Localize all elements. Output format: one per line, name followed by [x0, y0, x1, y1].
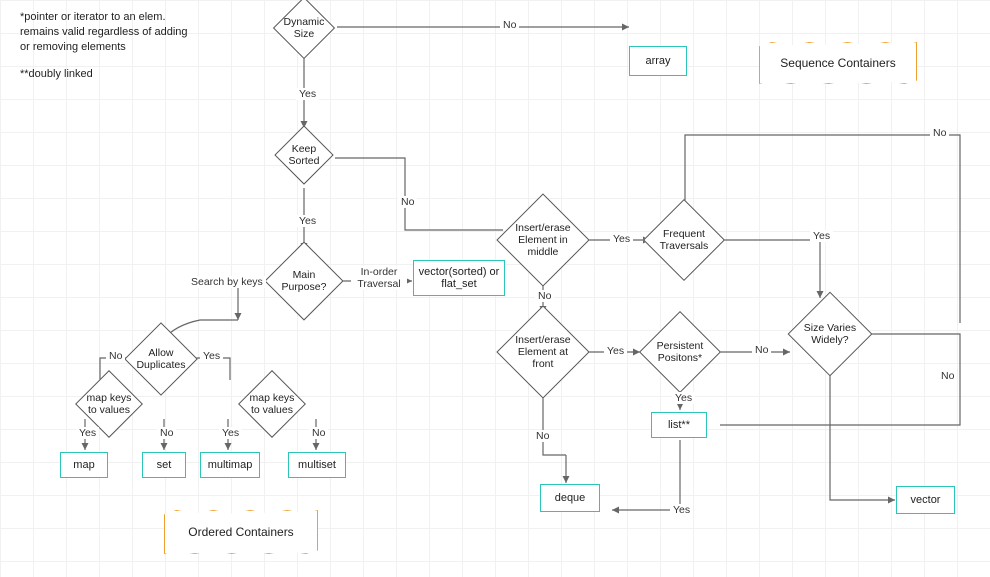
edge-label-yes: Yes [672, 392, 695, 404]
edge-label-no: No [157, 427, 176, 439]
footnote-doubly: **doubly linked [20, 67, 200, 82]
edge-label-inorder: In-order Traversal [351, 266, 407, 290]
decision-size-varies: Size Varies Widely? [788, 292, 873, 377]
edge-label-yes: Yes [610, 233, 633, 245]
terminal-list: list** [651, 412, 707, 438]
decision-frequent-traversals: Frequent Traversals [643, 199, 725, 281]
terminal-label: vector(sorted) or flat_set [414, 266, 504, 290]
terminal-set: set [142, 452, 186, 478]
decision-label: Persistent Positons* [652, 340, 708, 364]
decision-main-purpose: Main Purpose? [264, 241, 343, 320]
terminal-deque: deque [540, 484, 600, 512]
edge-label-no: No [752, 344, 771, 356]
edge-label-no: No [930, 127, 949, 139]
banner-ordered: Ordered Containers [164, 510, 318, 554]
terminal-label: multimap [208, 459, 253, 471]
decision-label: map keys to values [249, 392, 295, 416]
decision-label: map keys to values [86, 392, 132, 416]
decision-label: Allow Duplicates [136, 347, 186, 371]
footnotes: *pointer or iterator to an elem. remains… [20, 10, 200, 93]
edge-label-no: No [106, 350, 125, 362]
terminal-label: array [645, 55, 670, 67]
edge-label-yes: Yes [296, 88, 319, 100]
edge-label-yes: Yes [296, 215, 319, 227]
terminal-label: deque [555, 492, 586, 504]
decision-label: Frequent Traversals [656, 228, 712, 252]
terminal-multiset: multiset [288, 452, 346, 478]
terminal-label: map [73, 459, 94, 471]
decision-insert-middle: Insert/erase Element in middle [496, 193, 589, 286]
banner-label: Sequence Containers [780, 56, 895, 70]
decision-label: Main Purpose? [277, 269, 331, 293]
decision-label: Insert/erase Element at front [511, 334, 575, 370]
edge-label-no: No [309, 427, 328, 439]
edge-label-yes: Yes [200, 350, 223, 362]
decision-label: Keep Sorted [284, 143, 324, 167]
decision-map-kv-right: map keys to values [238, 370, 306, 438]
decision-persistent-positions: Persistent Positons* [639, 311, 721, 393]
decision-label: Insert/erase Element in middle [511, 222, 575, 258]
edge-label-no: No [500, 19, 519, 31]
decision-insert-front: Insert/erase Element at front [496, 305, 589, 398]
edge-label-no: No [533, 430, 552, 442]
footnote-pointer: *pointer or iterator to an elem. remains… [20, 10, 200, 55]
edge-label-no: No [398, 196, 417, 208]
edge-label-yes: Yes [219, 427, 242, 439]
decision-label: Size Varies Widely? [801, 322, 859, 346]
decision-keep-sorted: Keep Sorted [274, 125, 333, 184]
terminal-vector-sorted: vector(sorted) or flat_set [413, 260, 505, 296]
edge-label-yes: Yes [670, 504, 693, 516]
terminal-label: set [157, 459, 172, 471]
terminal-vector: vector [896, 486, 955, 514]
edge-label-no: No [535, 290, 554, 302]
edge-label-no: No [938, 370, 957, 382]
edge-label-yes: Yes [604, 345, 627, 357]
terminal-array: array [629, 46, 687, 76]
edge-label-search-keys: Search by keys [188, 276, 266, 288]
decision-allow-duplicates: Allow Duplicates [124, 322, 198, 396]
terminal-label: vector [911, 494, 941, 506]
terminal-map: map [60, 452, 108, 478]
edge-label-yes: Yes [810, 230, 833, 242]
terminal-label: list** [668, 419, 690, 431]
banner-sequence: Sequence Containers [759, 42, 917, 84]
edge-label-yes: Yes [76, 427, 99, 439]
decision-dynamic-size: Dynamic Size [273, 0, 335, 59]
banner-label: Ordered Containers [188, 525, 293, 539]
decision-label: Dynamic Size [283, 16, 325, 40]
terminal-label: multiset [298, 459, 336, 471]
terminal-multimap: multimap [200, 452, 260, 478]
